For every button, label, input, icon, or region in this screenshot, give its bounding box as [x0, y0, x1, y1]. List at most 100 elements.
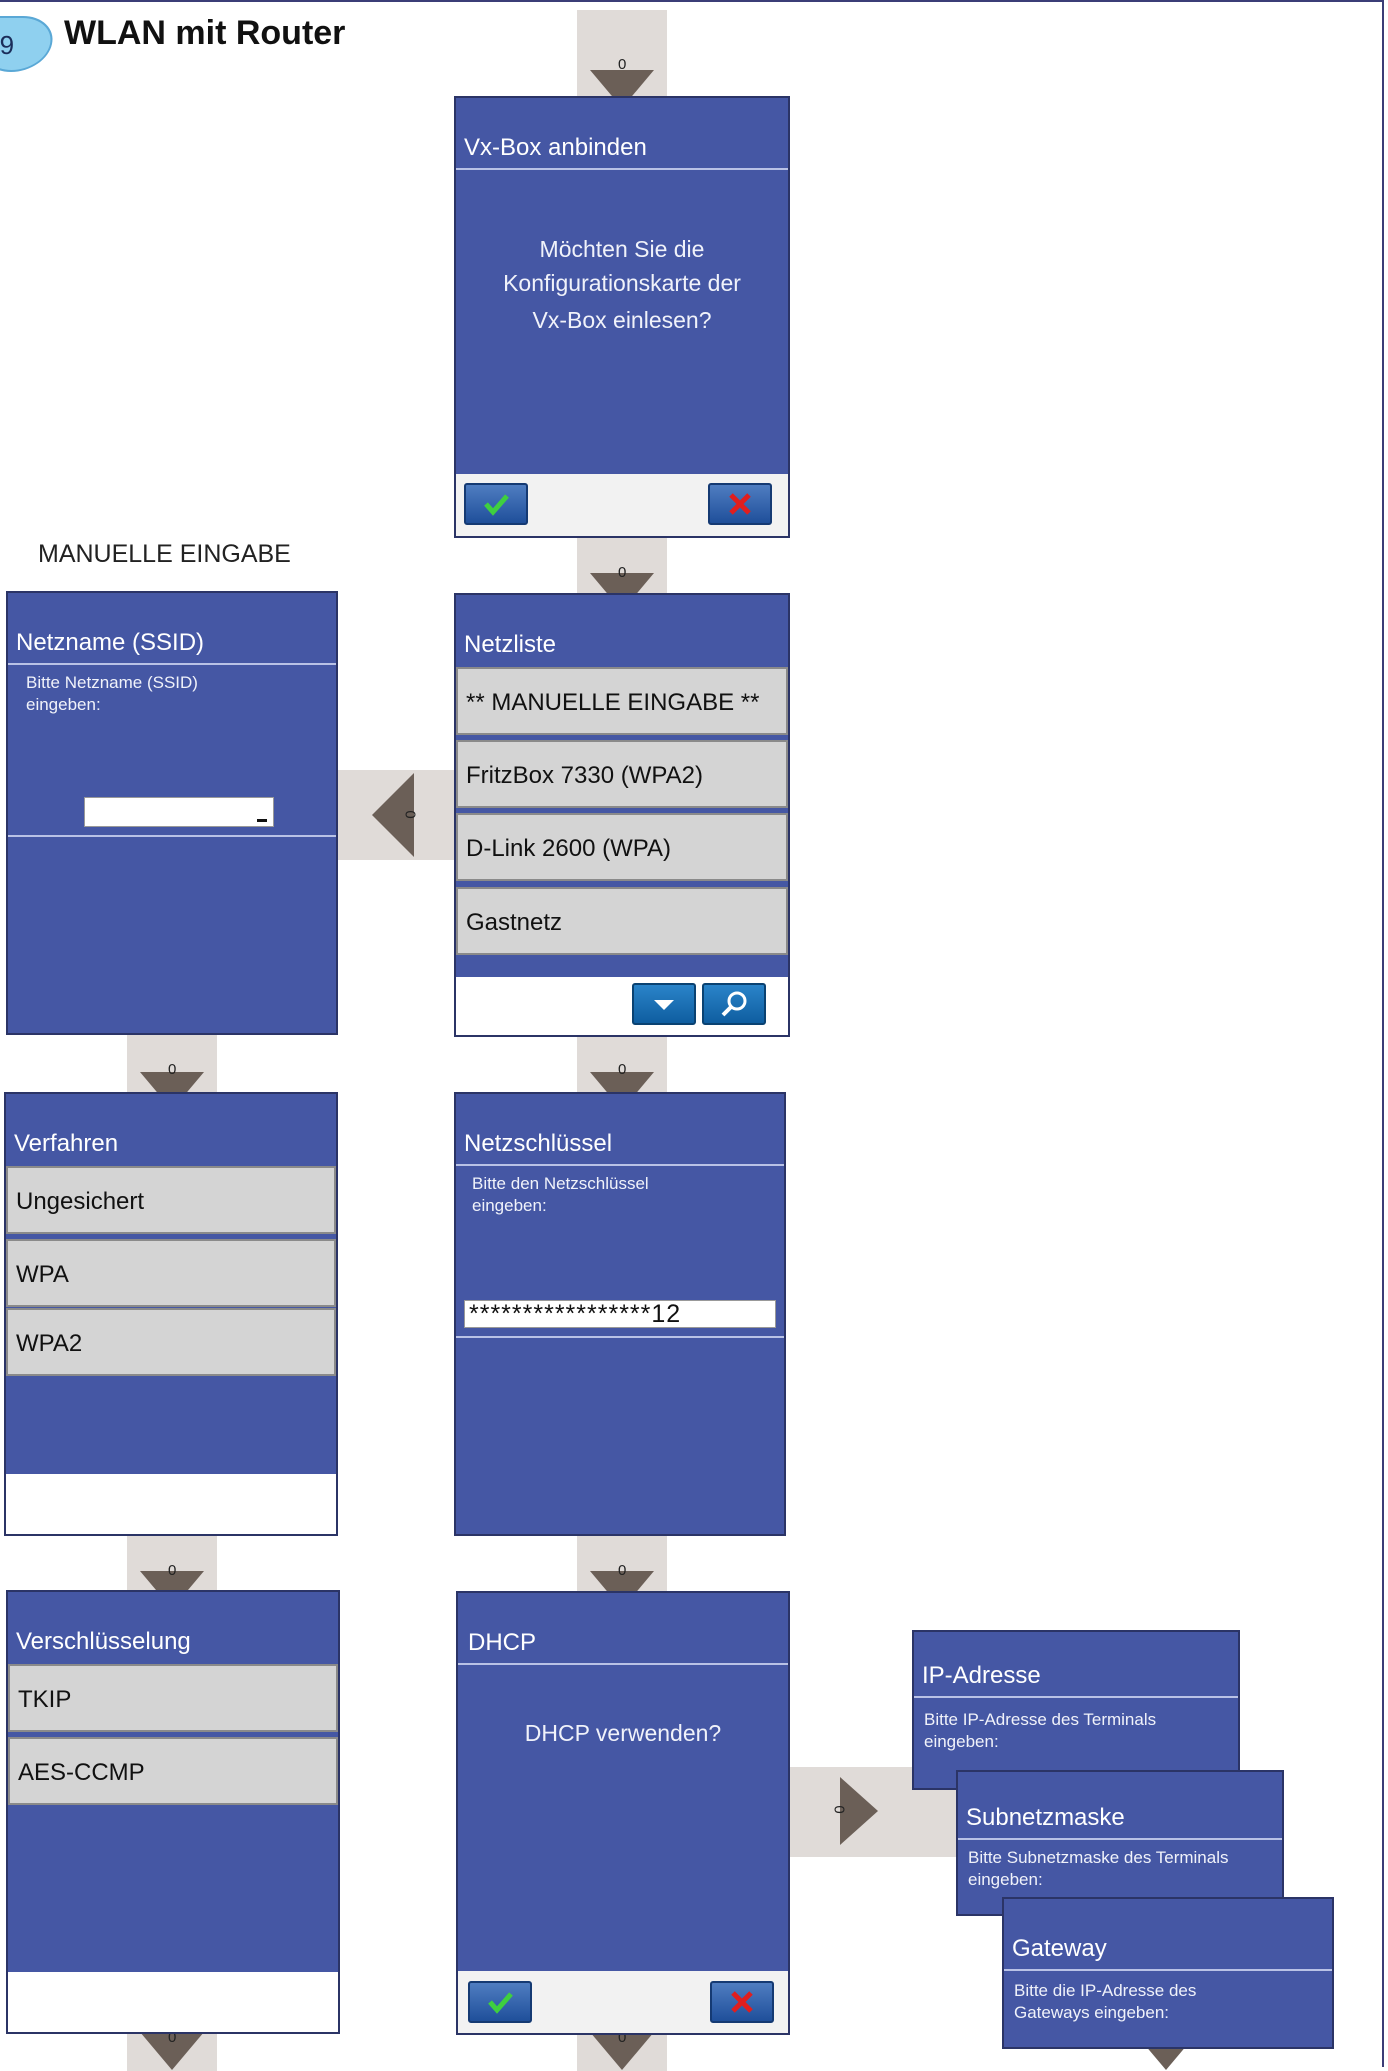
screen-subnet-mask: Subnetzmaske Bitte Subnetzmaske des Term…: [956, 1770, 1284, 1916]
prompt-line: Gateways eingeben:: [1014, 2003, 1169, 2022]
screen-title: Vx-Box anbinden: [464, 134, 647, 161]
flow-marker: 0: [830, 1805, 848, 1814]
prompt-line: eingeben:: [472, 1196, 547, 1215]
confirm-button[interactable]: [468, 1981, 532, 2023]
screen-header: Verschlüsselung: [8, 1592, 338, 1662]
header-divider: [1004, 1969, 1332, 1971]
check-icon: [488, 1992, 513, 2014]
screen-header: Verfahren: [6, 1094, 336, 1164]
prompt-line: eingeben:: [968, 1870, 1043, 1889]
list-item[interactable]: D-Link 2600 (WPA): [456, 813, 788, 881]
list-item[interactable]: WPA: [6, 1239, 336, 1307]
prompt-line: Bitte die IP-Adresse des: [1014, 1981, 1197, 2000]
list-item[interactable]: Ungesichert: [6, 1166, 336, 1234]
screen-ssid: Netzname (SSID) Bitte Netzname (SSID) ei…: [6, 591, 338, 1035]
text-cursor: [257, 819, 267, 822]
flow-marker: 0: [401, 810, 419, 819]
prompt-line: Bitte Netzname (SSID): [26, 673, 198, 692]
list-item-label: AES-CCMP: [18, 1759, 145, 1786]
flow-marker: 0: [168, 1562, 177, 1579]
button-bar: [456, 977, 788, 1035]
list-item-label: ** MANUELLE EINGABE **: [466, 689, 760, 716]
list-item-label: D-Link 2600 (WPA): [466, 835, 671, 862]
prompt-line: eingeben:: [26, 695, 101, 714]
header-divider: [914, 1696, 1238, 1698]
screen-title: Netzname (SSID): [16, 629, 205, 656]
prompt-line: eingeben:: [924, 1732, 999, 1751]
list-item[interactable]: AES-CCMP: [8, 1737, 338, 1805]
dhcp-question: DHCP verwenden?: [524, 1720, 722, 1746]
prompt-line: Bitte den Netzschlüssel: [472, 1174, 649, 1193]
screen-header: Netzname (SSID): [8, 593, 336, 663]
screen-header: IP-Adresse: [914, 1632, 1238, 1696]
screen-title: IP-Adresse: [922, 1662, 1041, 1689]
list-item-label: FritzBox 7330 (WPA2): [466, 762, 703, 789]
list-item[interactable]: Gastnetz: [456, 887, 788, 955]
list-item[interactable]: FritzBox 7330 (WPA2): [456, 740, 788, 808]
header-divider: [458, 1663, 788, 1665]
screen-title: Netzliste: [464, 631, 557, 658]
screen-verfahren: Verfahren Ungesichert WPA WPA2: [4, 1092, 338, 1536]
screen-title: Gateway: [1012, 1935, 1107, 1962]
screen-header: Gateway: [1004, 1899, 1332, 1969]
screen-title: Netzschlüssel: [464, 1130, 613, 1157]
cancel-button[interactable]: [710, 1981, 774, 2023]
network-key-input[interactable]: *****************12: [464, 1300, 776, 1328]
list-item-label: WPA: [16, 1261, 69, 1288]
flow-marker: 0: [618, 564, 627, 581]
button-bar: [458, 1971, 788, 2033]
list-item-label: TKIP: [18, 1686, 72, 1713]
header-divider: [456, 168, 788, 170]
list-item-label: WPA2: [16, 1330, 83, 1357]
screen-vx-box: Vx-Box anbinden Möchten Sie die Konfigur…: [454, 96, 790, 538]
confirm-button[interactable]: [464, 483, 528, 525]
list-item[interactable]: ** MANUELLE EINGABE **: [456, 667, 788, 735]
message-line: Konfigurationskarte der: [503, 270, 741, 296]
ssid-input[interactable]: [84, 797, 274, 827]
flow-marker: 0: [168, 1061, 177, 1078]
button-bar: [8, 1972, 338, 2032]
screen-header: Vx-Box anbinden: [456, 98, 788, 168]
screen-verschluesselung: Verschlüsselung TKIP AES-CCMP: [6, 1590, 340, 2034]
message-line: Vx-Box einlesen?: [532, 307, 712, 333]
list-item[interactable]: WPA2: [6, 1308, 336, 1376]
button-bar: [6, 1474, 336, 1534]
button-bar: [456, 474, 788, 536]
search-button[interactable]: [702, 983, 766, 1025]
step-number: 9: [0, 30, 15, 60]
cancel-button[interactable]: [708, 483, 772, 525]
screen-netzschluessel: Netzschlüssel Bitte den Netzschlüssel ei…: [454, 1092, 786, 1536]
flow-marker: 0: [618, 1061, 627, 1078]
screen-header: Netzliste: [456, 595, 788, 665]
list-item[interactable]: TKIP: [8, 1664, 338, 1732]
screen-dhcp: DHCP DHCP verwenden?: [456, 1591, 790, 2035]
page-title: WLAN mit Router: [64, 14, 346, 52]
prompt-line: Bitte IP-Adresse des Terminals: [924, 1710, 1157, 1729]
screen-title: Verfahren: [14, 1130, 119, 1157]
divider: [8, 835, 336, 837]
screen-title: DHCP: [468, 1629, 537, 1656]
close-icon: [729, 493, 751, 515]
network-key-value: *****************12: [469, 1300, 682, 1328]
screen-title: Verschlüsselung: [16, 1628, 191, 1655]
message-line: Möchten Sie die: [539, 236, 705, 262]
search-icon: [721, 991, 747, 1017]
list-item-label: Ungesichert: [16, 1188, 145, 1215]
header-divider: [456, 1164, 784, 1166]
header-divider: [8, 663, 336, 665]
manual-input-label: MANUELLE EINGABE: [38, 540, 291, 568]
flow-marker: 0: [618, 56, 627, 73]
chevron-down-icon: [654, 1000, 674, 1010]
screen-header: Subnetzmaske: [958, 1772, 1282, 1838]
flow-marker: 0: [618, 1562, 627, 1579]
list-item-label: Gastnetz: [466, 909, 563, 936]
screen-gateway: Gateway Bitte die IP-Adresse des Gateway…: [1002, 1897, 1334, 2049]
close-icon: [731, 1991, 753, 2013]
divider: [456, 1336, 784, 1338]
scroll-down-button[interactable]: [632, 983, 696, 1025]
prompt-line: Bitte Subnetzmaske des Terminals: [968, 1848, 1229, 1867]
screen-ip-address: IP-Adresse Bitte IP-Adresse des Terminal…: [912, 1630, 1240, 1790]
screen-header: Netzschlüssel: [456, 1094, 784, 1164]
check-icon: [484, 494, 509, 516]
screen-netzliste: Netzliste ** MANUELLE EINGABE ** FritzBo…: [454, 593, 790, 1037]
